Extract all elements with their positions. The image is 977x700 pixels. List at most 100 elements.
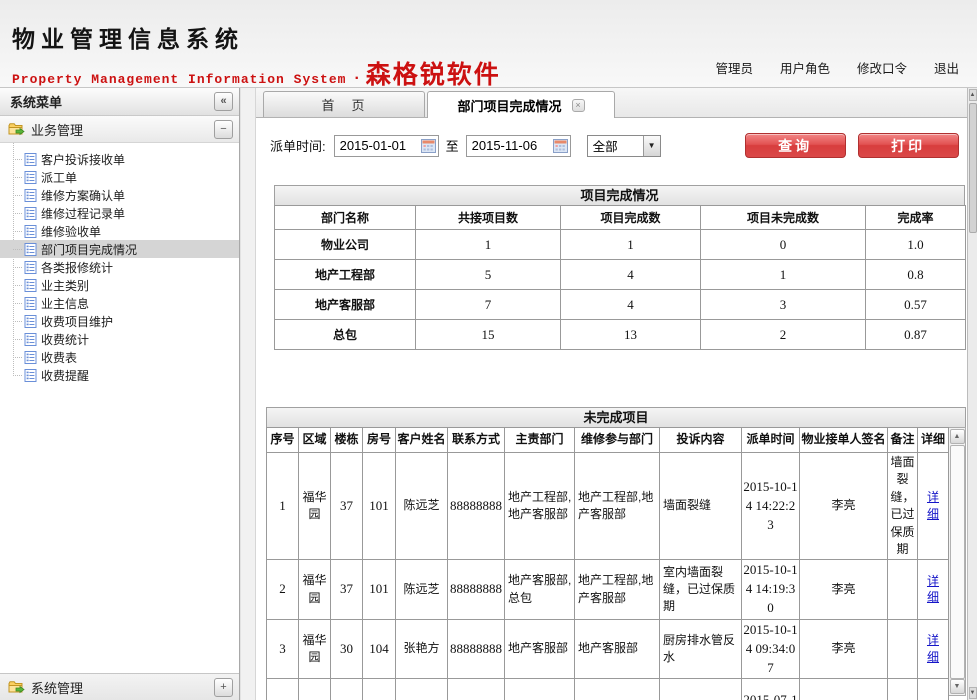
col-completion-rate: 完成率 [866,206,966,230]
cell-customer: 王海涛 [396,679,448,700]
page-scrollbar[interactable]: ▲ ▼ [967,88,977,700]
table-row: 2 福华园 37 101 陈远芝 88888888 地产客服部,总包 地产工程部… [267,560,949,620]
tab-content: 派单时间: 2015-01-01 至 2015-11-06 [256,118,967,700]
sidebar-item-work-order[interactable]: 派工单 [0,168,239,186]
section-business-management[interactable]: 业务管理 − [0,116,239,143]
sidebar-item-fee-item-maintenance[interactable]: 收费项目维护 [0,312,239,330]
summary-table: 部门名称 共接项目数 项目完成数 项目未完成数 完成率 物业公司 1 [274,205,966,350]
detail-link[interactable]: 详细 [927,489,940,523]
scroll-down-icon[interactable]: ▼ [950,679,965,694]
change-password-link[interactable]: 修改口令 [857,58,907,77]
date-from-input[interactable]: 2015-01-01 [334,135,439,157]
sidebar-item-fee-statistics[interactable]: 收费统计 [0,330,239,348]
date-to-input[interactable]: 2015-11-06 [466,135,571,157]
cell-main-dept: 地产客服部 [505,619,575,679]
tab-home[interactable]: 首 页 [263,91,425,117]
col-main-dept: 主责部门 [505,428,575,453]
table-scrollbar[interactable]: ▲ ▼ [949,427,966,696]
scroll-up-icon[interactable]: ▲ [950,429,965,444]
cell-complaint: 室内墙面裂缝，已过保质期 [660,560,742,620]
sidebar-item-customer-complaint-form[interactable]: 客户投诉接收单 [0,150,239,168]
dispatch-time-label: 派单时间: [270,136,326,155]
query-button[interactable]: 查询 [745,133,846,158]
cell-rate: 0.8 [866,260,966,290]
summary-table-section: 项目完成情况 部门名称 共接项目数 项目完成数 项目未完成数 完成率 [274,185,965,350]
cell-customer: 陈远芝 [396,453,448,560]
scrollbar-thumb[interactable] [950,445,965,679]
cell-total: 1 [416,230,561,260]
tab-dept-project-completion[interactable]: 部门项目完成情况 × [427,91,615,118]
form-icon [24,297,37,310]
chevron-down-icon[interactable]: ▼ [643,136,660,156]
col-dept-name: 部门名称 [275,206,416,230]
page-scroll-down-icon[interactable]: ▼ [969,687,977,699]
sidebar-item-fee-reminder[interactable]: 收费提醒 [0,366,239,384]
folder-icon [8,680,25,694]
cell-rate: 1.0 [866,230,966,260]
cell-detail: 详细 [918,560,949,620]
panel-splitter[interactable] [240,88,256,700]
cell-room: 101 [363,453,396,560]
sidebar-item-repair-acceptance[interactable]: 维修验收单 [0,222,239,240]
col-building: 楼栋 [331,428,363,453]
sidebar-header: 系统菜单 « [0,88,239,116]
sidebar-item-owner-category[interactable]: 业主类别 [0,276,239,294]
page-scroll-up-icon[interactable]: ▲ [969,89,977,101]
logout-link[interactable]: 退出 [934,58,959,77]
cell-total: 5 [416,260,561,290]
sidebar-item-fee-table[interactable]: 收费表 [0,348,239,366]
detail-link[interactable]: 详细 [927,632,940,666]
cell-dispatch-time: 2015-10-14 09:34:07 [742,619,800,679]
sidebar-item-label: 维修验收单 [41,223,101,240]
print-button[interactable]: 打印 [858,133,959,158]
sidebar-item-owner-info[interactable]: 业主信息 [0,294,239,312]
cell-remark [888,679,918,700]
sidebar-item-label: 维修方案确认单 [41,187,125,204]
category-select[interactable]: 全部 ▼ [587,135,661,157]
sidebar-item-label: 收费项目维护 [41,313,113,330]
cell-participating-dept: 地产客服部 [575,619,660,679]
to-label: 至 [446,136,459,155]
calendar-icon[interactable] [553,139,568,153]
user-role-link[interactable]: 用户角色 [780,58,830,77]
form-icon [24,225,37,238]
tab-dept-label: 部门项目完成情况 [457,96,561,115]
sidebar: 系统菜单 « 业务管理 − 客户投诉接收单 派工单 维修方案确认单 维修过程记录… [0,88,240,700]
folder-icon [8,122,25,136]
top-user-links: 管理员 用户角色 修改口令 退出 [715,58,959,77]
calendar-icon[interactable] [421,139,436,153]
form-icon [24,333,37,346]
app-title-en: Property Management Information System [12,72,346,87]
main-panel: 首 页 部门项目完成情况 × 派单时间: 2015-01-01 [256,88,967,700]
page-scrollbar-thumb[interactable] [969,103,977,233]
table-row: 地产工程部 5 4 1 0.8 [275,260,966,290]
section-system-toggle-button[interactable]: + [214,678,233,697]
cell-completed: 4 [561,290,701,320]
minus-icon: − [220,124,226,135]
cell-dispatch-time: 2015-10-14 14:22:23 [742,453,800,560]
sidebar-item-repair-process-record[interactable]: 维修过程记录单 [0,204,239,222]
cell-dept: 地产客服部 [275,290,416,320]
section-business-toggle-button[interactable]: − [214,120,233,139]
sidebar-item-repair-statistics[interactable]: 各类报修统计 [0,258,239,276]
tab-home-label: 首 页 [321,95,366,114]
section-system-management[interactable]: 系统管理 + [0,673,239,700]
sidebar-item-dept-project-completion[interactable]: 部门项目完成情况 [0,240,239,258]
form-icon [24,207,37,220]
app-title-cn: 物业管理信息系统 [12,20,501,54]
section-system-label: 系统管理 [31,678,83,697]
cell-uncompleted: 0 [701,230,866,260]
cell-area: 福华园 [299,560,331,620]
cell-main-dept: 地产工程部,地产客服部 [505,453,575,560]
cell-total: 7 [416,290,561,320]
admin-link[interactable]: 管理员 [715,58,753,77]
cell-contact: 88888888 [448,560,505,620]
tab-close-button[interactable]: × [572,99,585,112]
detail-link[interactable]: 详细 [927,573,940,607]
form-icon [24,189,37,202]
col-receiver-signature: 物业接单人签名 [800,428,888,453]
cell-room: 602 [363,679,396,700]
sidebar-item-label: 业主信息 [41,295,89,312]
sidebar-collapse-button[interactable]: « [214,92,233,111]
sidebar-item-repair-plan-confirmation[interactable]: 维修方案确认单 [0,186,239,204]
